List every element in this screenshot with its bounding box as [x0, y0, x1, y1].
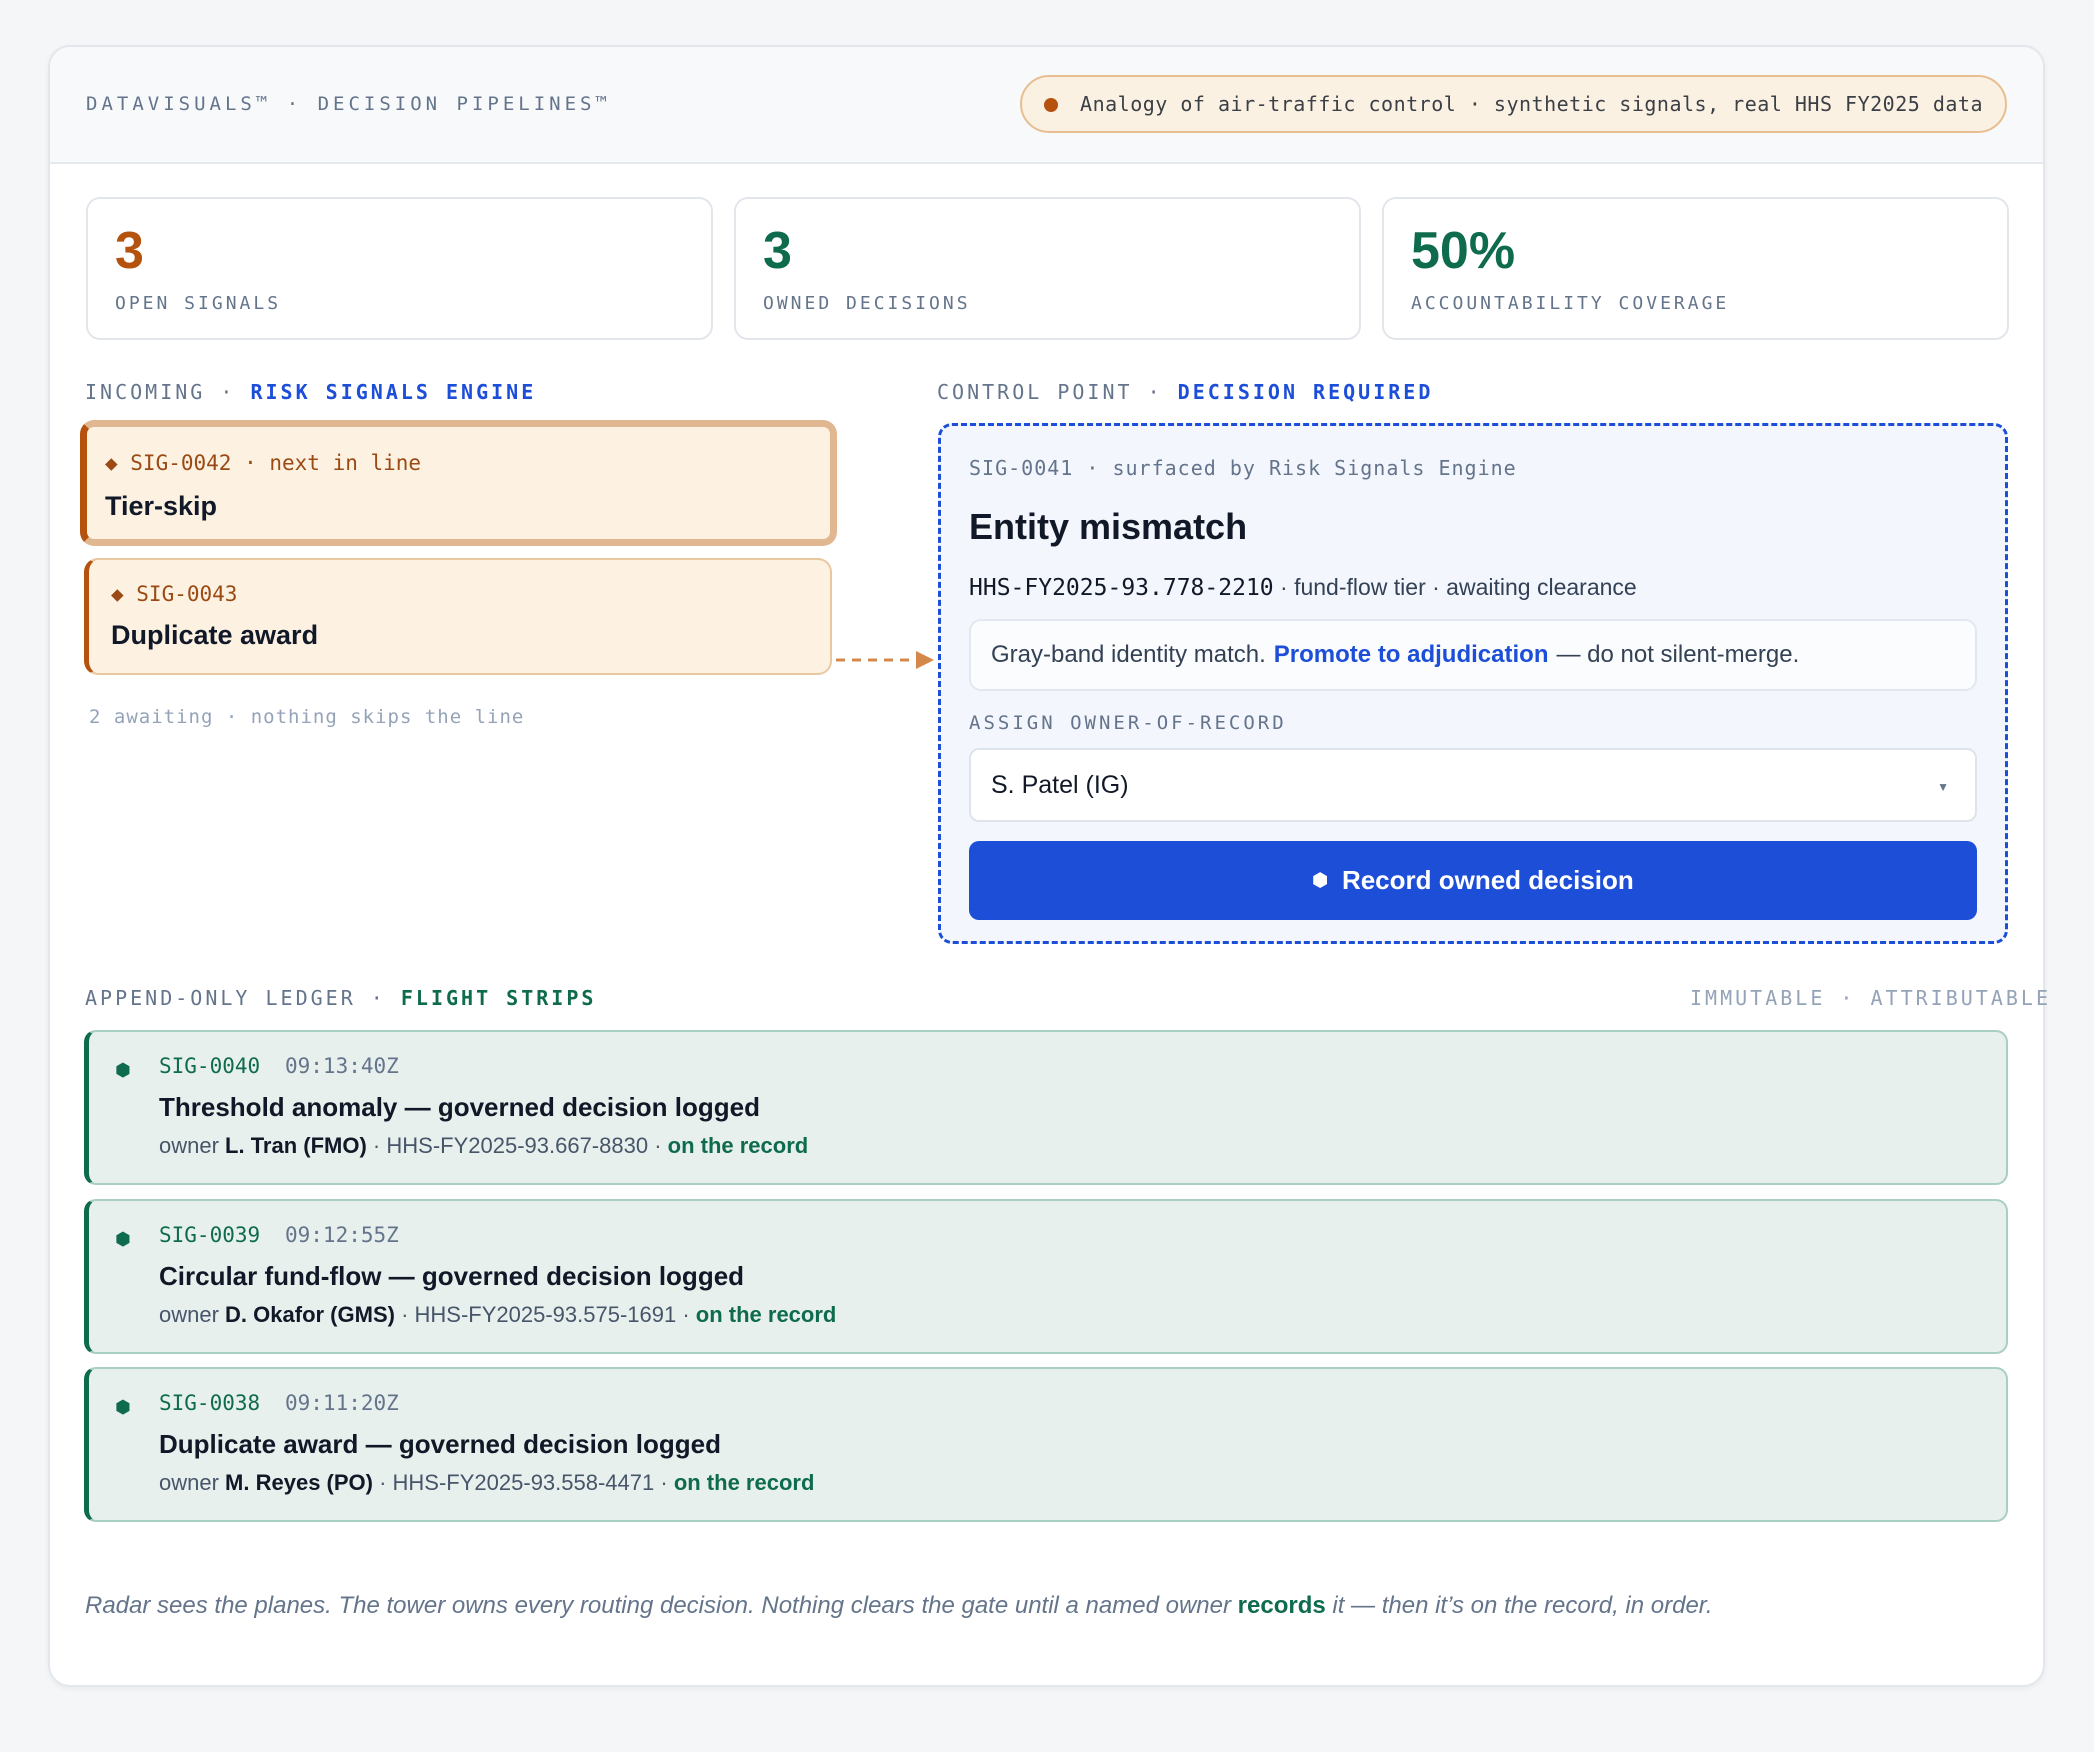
strip-signal-id: SIG-0040	[159, 1054, 261, 1078]
control-label-emph: DECISION REQUIRED	[1177, 380, 1434, 404]
footer-keyword: records	[1237, 1592, 1326, 1619]
control-label-prefix: CONTROL POINT ·	[937, 380, 1178, 404]
promote-adjudication-link[interactable]: Promote to adjudication	[1274, 641, 1549, 669]
signal-id: ◆ SIG-0043	[111, 582, 238, 606]
signal-card[interactable]: ◆ SIG-0043 Duplicate award	[84, 558, 832, 675]
strip-award: · HHS-FY2025-93.667-8830 ·	[366, 1133, 668, 1158]
footer-caption: Radar sees the planes. The tower owns ev…	[85, 1592, 1713, 1620]
strip-timestamp: 09:13:40Z	[285, 1054, 399, 1078]
stat-value: 3	[763, 222, 792, 280]
strip-owner: D. Okafor (GMS)	[225, 1302, 395, 1327]
award-id: HHS-FY2025-93.778-2210	[969, 575, 1274, 601]
hexagon-icon: ⬢	[115, 1229, 131, 1249]
record-decision-button[interactable]: ⬢ Record owned decision	[969, 841, 1977, 920]
strip-title: Duplicate award — governed decision logg…	[159, 1429, 721, 1459]
chevron-down-icon: ▼	[1937, 780, 1949, 794]
strip-details: owner D. Okafor (GMS) · HHS-FY2025-93.57…	[159, 1302, 836, 1328]
stat-label: OWNED DECISIONS	[763, 293, 971, 314]
note-text-pre: Gray-band identity match.	[991, 641, 1266, 668]
strip-award: · HHS-FY2025-93.575-1691 ·	[394, 1302, 696, 1327]
stat-owned-decisions: 3 OWNED DECISIONS	[734, 197, 1361, 340]
ledger-label-prefix: APPEND-ONLY LEDGER ·	[85, 986, 401, 1010]
stat-value: 50%	[1411, 222, 1516, 280]
owner-select-value: S. Patel (IG)	[991, 770, 1129, 799]
hexagon-icon: ⬢	[115, 1060, 131, 1080]
incoming-label-prefix: INCOMING ·	[85, 380, 251, 404]
note-text-post: — do not silent-merge.	[1556, 641, 1800, 668]
flight-strip[interactable]: ⬢ SIG-0039 09:12:55Z Circular fund-flow …	[84, 1199, 2008, 1354]
brand-title: DATAVISUALS™ · DECISION PIPELINES™	[86, 93, 611, 115]
owner-prefix: owner	[159, 1133, 226, 1158]
flow-arrow-icon	[836, 651, 934, 669]
strip-details: owner M. Reyes (PO) · HHS-FY2025-93.558-…	[159, 1470, 814, 1496]
signal-name: Duplicate award	[111, 620, 319, 650]
owner-select[interactable]: S. Patel (IG) ▼	[969, 748, 1977, 822]
control-signal-ref: SIG-0041 · surfaced by Risk Signals Engi…	[969, 456, 1517, 480]
control-meta: HHS-FY2025-93.778-2210 · fund-flow tier …	[969, 574, 1637, 601]
on-record-status: on the record	[695, 1302, 837, 1327]
signal-card-next[interactable]: ◆ SIG-0042 · next in line Tier-skip	[80, 420, 837, 546]
record-button-label: Record owned decision	[1341, 865, 1634, 895]
strip-title: Circular fund-flow — governed decision l…	[159, 1261, 745, 1291]
strip-timestamp: 09:12:55Z	[285, 1223, 399, 1247]
stat-open-signals: 3 OPEN SIGNALS	[86, 197, 713, 340]
incoming-label-emph: RISK SIGNALS ENGINE	[250, 380, 537, 404]
strip-signal-id: SIG-0039	[159, 1223, 261, 1247]
strip-award: · HHS-FY2025-93.558-4471 ·	[372, 1470, 674, 1495]
on-record-status: on the record	[667, 1133, 809, 1158]
owner-prefix: owner	[159, 1302, 226, 1327]
ledger-section-label: APPEND-ONLY LEDGER · FLIGHT STRIPS	[85, 986, 596, 1010]
ledger-properties-label: IMMUTABLE · ATTRIBUTABLE	[1690, 986, 2051, 1010]
flight-strip[interactable]: ⬢ SIG-0040 09:13:40Z Threshold anomaly —…	[84, 1030, 2008, 1185]
control-title: Entity mismatch	[969, 506, 1248, 547]
footer-text-post: it — then it’s on the record, in order.	[1325, 1592, 1713, 1619]
strip-title: Threshold anomaly — governed decision lo…	[159, 1092, 760, 1122]
guidance-note: Gray-band identity match. Promote to adj…	[969, 619, 1977, 691]
hexagon-icon: ⬢	[1312, 870, 1328, 890]
owner-prefix: owner	[159, 1470, 226, 1495]
status-dot-icon	[1044, 98, 1059, 112]
incoming-section-label: INCOMING · RISK SIGNALS ENGINE	[85, 380, 536, 404]
signal-name: Tier-skip	[105, 491, 218, 521]
ledger-label-emph: FLIGHT STRIPS	[400, 986, 597, 1010]
signal-id: ◆ SIG-0042 · next in line	[105, 451, 422, 475]
strip-details: owner L. Tran (FMO) · HHS-FY2025-93.667-…	[159, 1133, 808, 1159]
control-meta-rest: · fund-flow tier · awaiting clearance	[1273, 574, 1637, 600]
assign-owner-label: ASSIGN OWNER-OF-RECORD	[969, 712, 1287, 734]
strip-timestamp: 09:11:20Z	[285, 1391, 399, 1415]
on-record-status: on the record	[673, 1470, 815, 1495]
stat-value: 3	[115, 222, 144, 280]
stat-label: OPEN SIGNALS	[115, 293, 282, 314]
strip-owner: L. Tran (FMO)	[225, 1133, 367, 1158]
analogy-pill: Analogy of air-traffic control · synthet…	[1020, 75, 2007, 133]
control-section-label: CONTROL POINT · DECISION REQUIRED	[937, 380, 1433, 404]
strip-owner: M. Reyes (PO)	[225, 1470, 373, 1495]
analogy-pill-text: Analogy of air-traffic control · synthet…	[1080, 92, 1983, 116]
stat-label: ACCOUNTABILITY COVERAGE	[1411, 293, 1730, 314]
stat-accountability-coverage: 50% ACCOUNTABILITY COVERAGE	[1382, 197, 2009, 340]
top-bar: DATAVISUALS™ · DECISION PIPELINES™ Analo…	[50, 47, 2043, 164]
strip-signal-id: SIG-0038	[159, 1391, 261, 1415]
footer-text-pre: Radar sees the planes. The tower owns ev…	[85, 1592, 1238, 1619]
hexagon-icon: ⬢	[115, 1397, 131, 1417]
flight-strip[interactable]: ⬢ SIG-0038 09:11:20Z Duplicate award — g…	[84, 1367, 2008, 1522]
awaiting-note: 2 awaiting · nothing skips the line	[89, 706, 525, 728]
control-point-panel: SIG-0041 · surfaced by Risk Signals Engi…	[938, 423, 2008, 944]
